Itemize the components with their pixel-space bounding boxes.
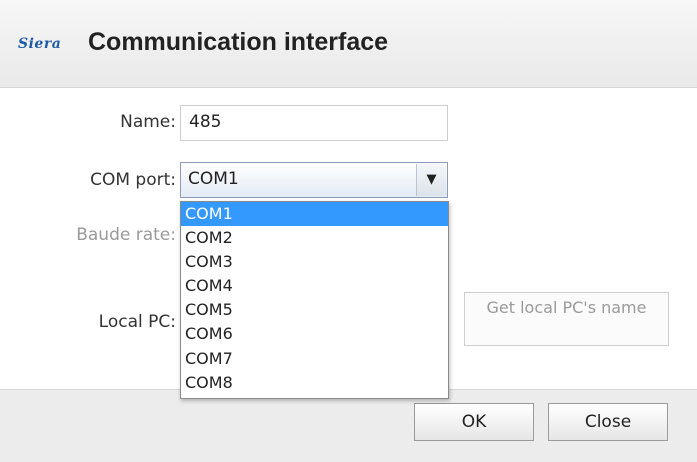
baud-rate-label: Baude rate: <box>76 225 176 245</box>
communication-dialog: Siera Communication interface Name: 485 … <box>0 0 697 462</box>
app-logo: Siera <box>18 36 62 52</box>
com-port-value: COM1 <box>188 169 239 189</box>
dropdown-option[interactable]: COM5 <box>181 298 448 322</box>
name-label: Name: <box>120 112 176 132</box>
dropdown-option[interactable]: COM6 <box>181 322 448 346</box>
ok-button[interactable]: OK <box>414 403 534 441</box>
dropdown-option[interactable]: COM3 <box>181 250 448 274</box>
dropdown-option[interactable]: COM7 <box>181 347 448 371</box>
com-port-select[interactable]: COM1 ▼ <box>180 162 448 198</box>
dropdown-option[interactable]: COM4 <box>181 274 448 298</box>
com-port-label: COM port: <box>90 170 176 190</box>
com-port-dropdown-list: COM1 COM2 COM3 COM4 COM5 COM6 COM7 COM8 <box>180 201 449 399</box>
dialog-title: Communication interface <box>88 28 389 56</box>
chevron-down-icon[interactable]: ▼ <box>416 164 446 196</box>
dropdown-option[interactable]: COM1 <box>181 202 448 227</box>
close-button[interactable]: Close <box>548 403 668 441</box>
title-bar: Siera Communication interface <box>0 0 697 88</box>
name-input[interactable]: 485 <box>180 105 448 141</box>
local-pc-label: Local PC: <box>98 312 176 332</box>
dropdown-option[interactable]: COM2 <box>181 226 448 250</box>
dropdown-option[interactable]: COM8 <box>181 371 448 395</box>
get-local-pc-name-button[interactable]: Get local PC's name <box>464 292 669 346</box>
